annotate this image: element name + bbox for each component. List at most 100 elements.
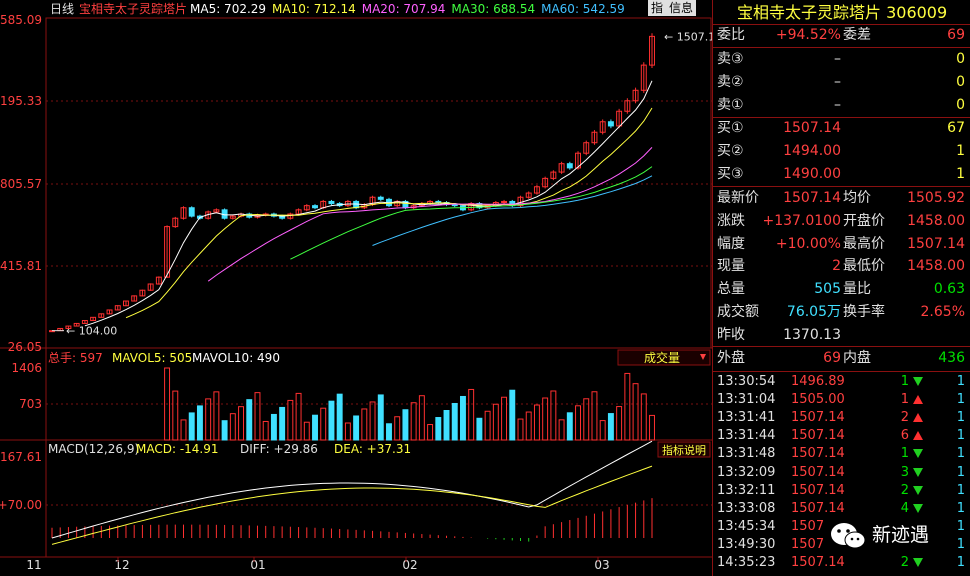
- arrow-down-icon: [913, 558, 923, 567]
- info-button[interactable]: 信息: [666, 0, 697, 16]
- tick-qty: 2: [900, 410, 909, 426]
- stat-row: 最新价 1507.14 均价 1505.92: [713, 187, 970, 209]
- volume-bar: [361, 408, 368, 441]
- tick-price: 1507.14: [791, 446, 845, 462]
- diff-label: DIFF: +29.86: [240, 442, 318, 456]
- tick-time: 13:45:34: [717, 518, 776, 534]
- volume-bar: [632, 383, 639, 441]
- order-label: 买①: [717, 120, 744, 136]
- dea-label: DEA: +37.31: [334, 442, 411, 456]
- tick-price: 1496.89: [791, 374, 845, 389]
- volume-bar: [254, 392, 261, 441]
- tick-count: 1: [956, 374, 965, 389]
- kline-chart-area[interactable]: 1585.09 1195.33 805.57 415.81 26.05 日线宝相寺太子灵踪…: [0, 0, 712, 576]
- buy-row: 买① 1507.14 67: [713, 117, 970, 139]
- tick-count: 1: [956, 518, 965, 534]
- volume-bar: [180, 419, 187, 441]
- ma-label: MA5: 702.29: [190, 2, 266, 16]
- volume-bar: [172, 390, 179, 441]
- stat-label: 最高价: [843, 235, 885, 252]
- volume-bar: [575, 405, 581, 441]
- arrow-down-icon: [913, 467, 923, 477]
- stat-row: 涨跌 +137.0100 开盘价 1458.00: [713, 210, 970, 232]
- stat-value: 1507.14: [783, 190, 841, 206]
- index-button[interactable]: 指: [648, 0, 667, 16]
- chart-canvas[interactable]: 1585.09 1195.33 805.57 415.81 26.05 日线宝相寺太子灵踪…: [0, 0, 712, 576]
- volume-bar: [427, 424, 434, 441]
- x-axis-label: 11: [26, 558, 41, 572]
- watermark-text: 新迹遇: [872, 524, 929, 546]
- order-volume: 67: [947, 120, 965, 136]
- candle-body: [188, 207, 195, 217]
- arrow-up-icon: [913, 431, 923, 441]
- volume-bar: [229, 413, 236, 441]
- tick-time: 14:35:23: [717, 555, 776, 570]
- ma-label: MA30: 688.54: [451, 2, 535, 16]
- ma-label: MA10: 712.14: [272, 2, 356, 16]
- volume-bar: [262, 420, 269, 441]
- tick-price: 1507: [791, 518, 825, 534]
- period-label: 日线: [50, 2, 74, 16]
- wechat-icon: [831, 523, 866, 549]
- arrow-up-icon: [913, 395, 923, 405]
- stat-value: 1370.13: [783, 326, 841, 343]
- tick-time: 13:49:30: [717, 536, 776, 552]
- tick-qty: 6: [900, 428, 909, 444]
- volume-bar: [533, 404, 540, 441]
- stat-value: +137.0100: [762, 212, 841, 229]
- volume-bar: [476, 417, 483, 441]
- tick-row: 13:31:44 1507.14 6 1: [713, 427, 970, 445]
- y-tick-label: 415.81: [0, 259, 42, 273]
- candle-body: [377, 196, 384, 200]
- tick-count: 1: [956, 428, 965, 444]
- volume-bar: [459, 395, 466, 441]
- volume-bar: [295, 392, 302, 441]
- buy-row: 买③ 1490.00 1: [713, 163, 970, 185]
- waipan-row: 外盘 69 内盘 436: [717, 350, 965, 366]
- stat-value: 1458.00: [907, 258, 965, 275]
- stat-row: 总量 505 量比 0.63: [713, 278, 970, 300]
- volume-bar: [238, 406, 245, 441]
- order-price: 1490.00: [783, 166, 841, 182]
- volume-bar: [607, 413, 614, 441]
- volume-y-tick: 703: [19, 397, 42, 411]
- candle-body: [435, 200, 442, 203]
- tick-count: 1: [956, 555, 965, 570]
- volume-bar: [583, 398, 590, 441]
- tick-time: 13:31:48: [717, 446, 776, 462]
- sell-row: 卖② – 0: [713, 71, 970, 93]
- macd-value-label: MACD: -14.91: [136, 442, 219, 456]
- stat-row: 成交额 76.05万 换手率 2.65%: [713, 301, 970, 323]
- arrow-down-icon: [913, 503, 923, 513]
- stat-row: 现量 2 最低价 1458.00: [713, 255, 970, 277]
- arrow-down-icon: [913, 485, 923, 495]
- stat-label: 开盘价: [843, 212, 885, 229]
- tick-row: 13:31:48 1507.14 1 1: [713, 445, 970, 463]
- watermark: 新迹遇: [826, 514, 946, 554]
- volume-bar: [188, 412, 195, 441]
- y-tick-label: 1585.09: [0, 13, 42, 27]
- volume-bar: [517, 418, 524, 441]
- macd-name-label: MACD(12,26,9): [48, 442, 139, 456]
- arrow-down-icon: [913, 377, 923, 386]
- tick-price: 1507.14: [791, 410, 845, 426]
- tick-price: 1507: [791, 536, 825, 552]
- x-axis-label: 03: [594, 558, 609, 572]
- stat-label: 最新价: [717, 190, 759, 206]
- volume-bar: [509, 389, 516, 441]
- volume-bar: [435, 417, 442, 441]
- volume-bar: [196, 405, 203, 441]
- tick-qty: 1: [900, 392, 909, 408]
- volume-bar: [344, 422, 351, 441]
- tick-time: 13:32:09: [717, 464, 776, 480]
- tick-count: 1: [956, 500, 965, 516]
- volume-bar: [287, 399, 294, 441]
- order-price: 1494.00: [783, 143, 841, 159]
- stat-value: 505: [814, 281, 841, 298]
- y-tick-label: 805.57: [0, 177, 42, 191]
- volume-bar: [402, 409, 409, 441]
- volume-bar: [377, 394, 384, 441]
- tick-row: 14:35:23 1507.14 2 1: [713, 554, 970, 572]
- volume-bar: [451, 402, 458, 441]
- volume-bar: [394, 416, 401, 441]
